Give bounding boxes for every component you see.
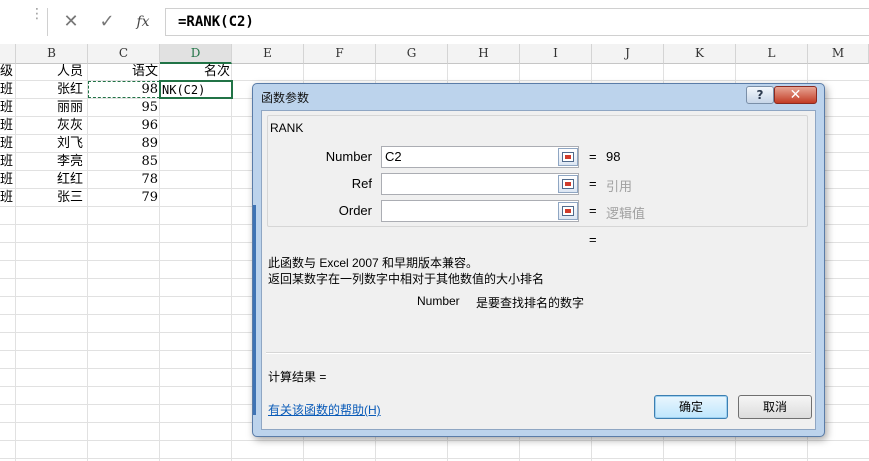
insert-function-icon[interactable]: fx: [130, 8, 156, 36]
cell-a8[interactable]: 班: [0, 189, 15, 207]
cancel-icon[interactable]: ✕: [58, 8, 84, 36]
cell-c1[interactable]: 语文: [88, 63, 158, 81]
close-button[interactable]: ✕: [774, 86, 817, 104]
cell-c4[interactable]: 96: [88, 117, 158, 135]
collapse-dialog-button-order[interactable]: [558, 202, 578, 220]
cell-a7[interactable]: 班: [0, 171, 15, 189]
arg-label-number: Number: [325, 149, 372, 164]
cell-c2[interactable]: 98: [88, 81, 158, 99]
cancel-button[interactable]: 取消: [738, 395, 812, 419]
more-options-icon[interactable]: ⋮: [30, 6, 44, 22]
cell-c7[interactable]: 78: [88, 171, 158, 189]
column-header-c[interactable]: C: [88, 44, 160, 64]
function-help-link[interactable]: 有关该函数的帮助(H): [268, 401, 381, 418]
function-arguments-dialog: 函数参数 ? ✕ RANK Number C2 = 98 Ref = 引用 Or…: [252, 83, 825, 437]
column-header-a[interactable]: [0, 44, 16, 64]
column-header-e[interactable]: E: [232, 44, 304, 64]
formula-bar: ⋮ ✕ ✓ fx =RANK(C2): [0, 0, 869, 44]
cell-a5[interactable]: 班: [0, 135, 15, 153]
column-header-g[interactable]: G: [376, 44, 448, 64]
formula-input[interactable]: =RANK(C2): [165, 8, 869, 36]
column-header-m[interactable]: M: [808, 44, 869, 64]
cell-a1[interactable]: 级: [0, 63, 15, 81]
dialog-edge: [253, 205, 256, 415]
help-button[interactable]: ?: [746, 86, 774, 104]
range-select-icon: [562, 152, 574, 162]
arg-result-ref: 引用: [606, 179, 633, 194]
function-name: RANK: [268, 121, 306, 135]
arg-label-order: Order: [338, 203, 372, 218]
column-header-d[interactable]: D: [160, 44, 232, 64]
column-header-l[interactable]: L: [736, 44, 808, 64]
arg-description-name: Number: [417, 294, 460, 308]
range-select-icon: [562, 179, 574, 189]
arg-input-order[interactable]: [381, 200, 579, 222]
cell-c8[interactable]: 79: [88, 189, 158, 207]
column-header-h[interactable]: H: [448, 44, 520, 64]
enter-icon[interactable]: ✓: [94, 8, 120, 36]
cell-d2[interactable]: NK(C2): [162, 81, 232, 99]
collapse-dialog-button-ref[interactable]: [558, 175, 578, 193]
dialog-body: RANK Number C2 = 98 Ref = 引用 Order = 逻辑值…: [261, 110, 816, 430]
arg-description-text: 是要查找排名的数字: [476, 296, 585, 310]
collapse-dialog-button-number[interactable]: [558, 148, 578, 166]
calculation-result: 计算结果 =: [268, 370, 327, 384]
cell-c5[interactable]: 89: [88, 135, 158, 153]
dialog-title: 函数参数: [261, 91, 310, 105]
arg-input-number[interactable]: C2: [381, 146, 579, 168]
cell-a4[interactable]: 班: [0, 117, 15, 135]
arg-equals-number: =: [589, 149, 597, 164]
arg-result-order: 逻辑值: [606, 206, 646, 221]
formula-bar-divider: [47, 8, 48, 36]
column-header-i[interactable]: I: [520, 44, 592, 64]
formula-result-equals: =: [589, 232, 597, 247]
divider: [266, 352, 811, 354]
range-select-icon: [562, 206, 574, 216]
cell-a2[interactable]: 班: [0, 81, 15, 99]
cell-c6[interactable]: 85: [88, 153, 158, 171]
column-header-b[interactable]: B: [16, 44, 88, 64]
column-header-j[interactable]: J: [592, 44, 664, 64]
arg-label-ref: Ref: [351, 176, 372, 191]
cell-c3[interactable]: 95: [88, 99, 158, 117]
arg-equals-ref: =: [589, 176, 597, 191]
function-description: 返回某数字在一列数字中相对于其他数值的大小排名: [268, 272, 545, 286]
compatibility-note: 此函数与 Excel 2007 和早期版本兼容。: [268, 256, 479, 270]
column-header-f[interactable]: F: [304, 44, 376, 64]
column-header-k[interactable]: K: [664, 44, 736, 64]
arg-result-number: 98: [606, 149, 621, 164]
arg-equals-order: =: [589, 203, 597, 218]
ok-button[interactable]: 确定: [654, 395, 728, 419]
cell-a3[interactable]: 班: [0, 99, 15, 117]
cell-d1[interactable]: 名次: [160, 63, 230, 81]
cell-a6[interactable]: 班: [0, 153, 15, 171]
arg-input-ref[interactable]: [381, 173, 579, 195]
